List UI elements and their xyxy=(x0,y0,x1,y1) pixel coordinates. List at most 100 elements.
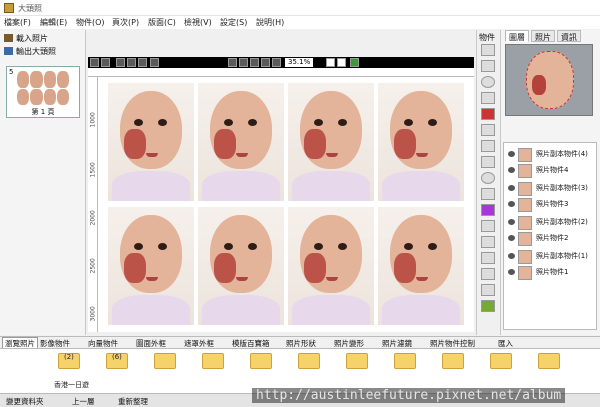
layer-item[interactable]: 照片副本物件(2) xyxy=(506,215,596,231)
folder-browser[interactable]: (2) (6) 香港一日遊 xyxy=(0,348,600,393)
print-icon[interactable] xyxy=(138,58,147,67)
pointer-icon[interactable] xyxy=(326,58,335,67)
menu-layout[interactable]: 版面(C) xyxy=(148,17,176,28)
tab-photo[interactable]: 照片 xyxy=(531,30,555,42)
redo-icon[interactable] xyxy=(101,58,110,67)
visibility-eye-icon[interactable] xyxy=(508,185,515,191)
page-number: 5 xyxy=(9,68,14,76)
visibility-eye-icon[interactable] xyxy=(508,235,515,241)
layer-name: 照片副本物件(1) xyxy=(536,252,588,260)
visibility-eye-icon[interactable] xyxy=(508,201,515,207)
folder-icon[interactable] xyxy=(442,353,464,369)
menu-edit[interactable]: 編輯(E) xyxy=(40,17,67,28)
export-photo-button[interactable]: 輸出大頭照 xyxy=(4,46,56,58)
folder-icon[interactable] xyxy=(298,353,320,369)
layer-preview xyxy=(505,44,593,116)
add-icon[interactable] xyxy=(350,58,359,67)
page-thumbnail[interactable]: 5 第 1 頁 xyxy=(6,66,80,118)
layer-item[interactable]: 照片副本物件(4) xyxy=(506,147,596,163)
fit-width-icon[interactable] xyxy=(272,58,281,67)
menu-object[interactable]: 物件(O) xyxy=(76,17,105,28)
refresh-button[interactable]: 重新整理 xyxy=(118,396,148,407)
photo-object[interactable] xyxy=(378,207,464,325)
clock-tool-icon[interactable] xyxy=(481,172,495,184)
photo-copy[interactable] xyxy=(378,83,464,201)
text-box-tool-icon[interactable] xyxy=(481,60,495,72)
layer-name: 照片物件2 xyxy=(536,234,569,242)
copy-icon[interactable] xyxy=(116,58,125,67)
actual-size-icon[interactable] xyxy=(261,58,270,67)
layer-name: 照片副本物件(2) xyxy=(536,218,588,226)
load-photo-button[interactable]: 載入照片 xyxy=(4,33,48,45)
menu-file[interactable]: 檔案(F) xyxy=(4,17,31,28)
visibility-eye-icon[interactable] xyxy=(508,269,515,275)
tab-layers[interactable]: 圖層 xyxy=(505,30,529,42)
folder-icon[interactable] xyxy=(250,353,272,369)
visibility-eye-icon[interactable] xyxy=(508,253,515,259)
photo-object[interactable] xyxy=(198,207,284,325)
hand-icon[interactable] xyxy=(337,58,346,67)
photo-object[interactable] xyxy=(288,207,374,325)
zoom-in-icon[interactable] xyxy=(228,58,237,67)
menu-page[interactable]: 頁次(P) xyxy=(112,17,139,28)
layer-item[interactable]: 照片副本物件(3) xyxy=(506,181,596,197)
mosaic-tool-icon[interactable] xyxy=(481,300,495,312)
layer-thumbnail xyxy=(518,148,532,162)
photo-tool-icon[interactable] xyxy=(481,124,495,136)
fit-page-icon[interactable] xyxy=(250,58,259,67)
grid-tool-icon[interactable] xyxy=(481,140,495,152)
ellipse-text-tool-icon[interactable] xyxy=(481,76,495,88)
layer-item[interactable]: 照片物件2 xyxy=(506,231,596,247)
search-tool-icon[interactable] xyxy=(481,156,495,168)
image-tool-icon[interactable] xyxy=(481,92,495,104)
visibility-eye-icon[interactable] xyxy=(508,219,515,225)
arrow-tool-icon[interactable] xyxy=(481,252,495,264)
top-ruler xyxy=(88,68,474,77)
layer-name: 照片副本物件(3) xyxy=(536,184,588,192)
layer-item[interactable]: 照片物件4 xyxy=(506,163,596,179)
layer-item[interactable]: 照片副本物件(1) xyxy=(506,249,596,265)
folder-icon[interactable] xyxy=(394,353,416,369)
frame-tool-icon[interactable] xyxy=(481,108,495,120)
canvas-toolbar: 35.1% xyxy=(88,57,474,68)
layer-thumbnail xyxy=(518,216,532,230)
zoom-level[interactable]: 35.1% xyxy=(285,58,314,67)
menu-settings[interactable]: 設定(S) xyxy=(220,17,247,28)
photo-copy[interactable] xyxy=(108,83,194,201)
page-setup-icon[interactable] xyxy=(150,58,159,67)
shape-tool-icon[interactable] xyxy=(481,268,495,280)
folder-icon[interactable] xyxy=(538,353,560,369)
visibility-eye-icon[interactable] xyxy=(508,151,515,157)
preview-mark xyxy=(532,75,546,95)
palette-tool-icon[interactable] xyxy=(481,284,495,296)
layer-thumbnail xyxy=(518,182,532,196)
line-tool-icon[interactable] xyxy=(481,236,495,248)
folder-icon[interactable] xyxy=(346,353,368,369)
layer-item[interactable]: 照片物件1 xyxy=(506,265,596,281)
layer-thumbnail xyxy=(518,232,532,246)
text-tool-icon[interactable] xyxy=(481,44,495,56)
menu-bar: 檔案(F) 編輯(E) 物件(O) 頁次(P) 版面(C) 檢視(V) 設定(S… xyxy=(0,16,600,29)
menu-help[interactable]: 說明(H) xyxy=(256,17,284,28)
paste-icon[interactable] xyxy=(127,58,136,67)
undo-icon[interactable] xyxy=(90,58,99,67)
folder-icon[interactable] xyxy=(202,353,224,369)
photo-copy[interactable] xyxy=(198,83,284,201)
layer-list[interactable]: 照片副本物件(4) 照片物件4 照片副本物件(3) 照片物件3 照片副本物件(2… xyxy=(503,142,597,330)
photo-copy[interactable] xyxy=(288,83,374,201)
folder-icon[interactable] xyxy=(154,353,176,369)
change-folder-button[interactable]: 變更資料夾 xyxy=(6,396,44,407)
canvas[interactable] xyxy=(98,77,474,332)
up-level-button[interactable]: 上一層 xyxy=(72,396,95,407)
stamp-tool-icon[interactable] xyxy=(481,204,495,216)
tab-info[interactable]: 資訊 xyxy=(557,30,581,42)
zoom-out-icon[interactable] xyxy=(239,58,248,67)
calendar-tool-icon[interactable] xyxy=(481,220,495,232)
folder-icon[interactable] xyxy=(490,353,512,369)
photo-object[interactable] xyxy=(108,207,194,325)
visibility-eye-icon[interactable] xyxy=(508,167,515,173)
export-icon xyxy=(4,47,13,55)
layer-item[interactable]: 照片物件3 xyxy=(506,197,596,213)
exif-tool-icon[interactable] xyxy=(481,188,495,200)
menu-view[interactable]: 檢視(V) xyxy=(184,17,212,28)
